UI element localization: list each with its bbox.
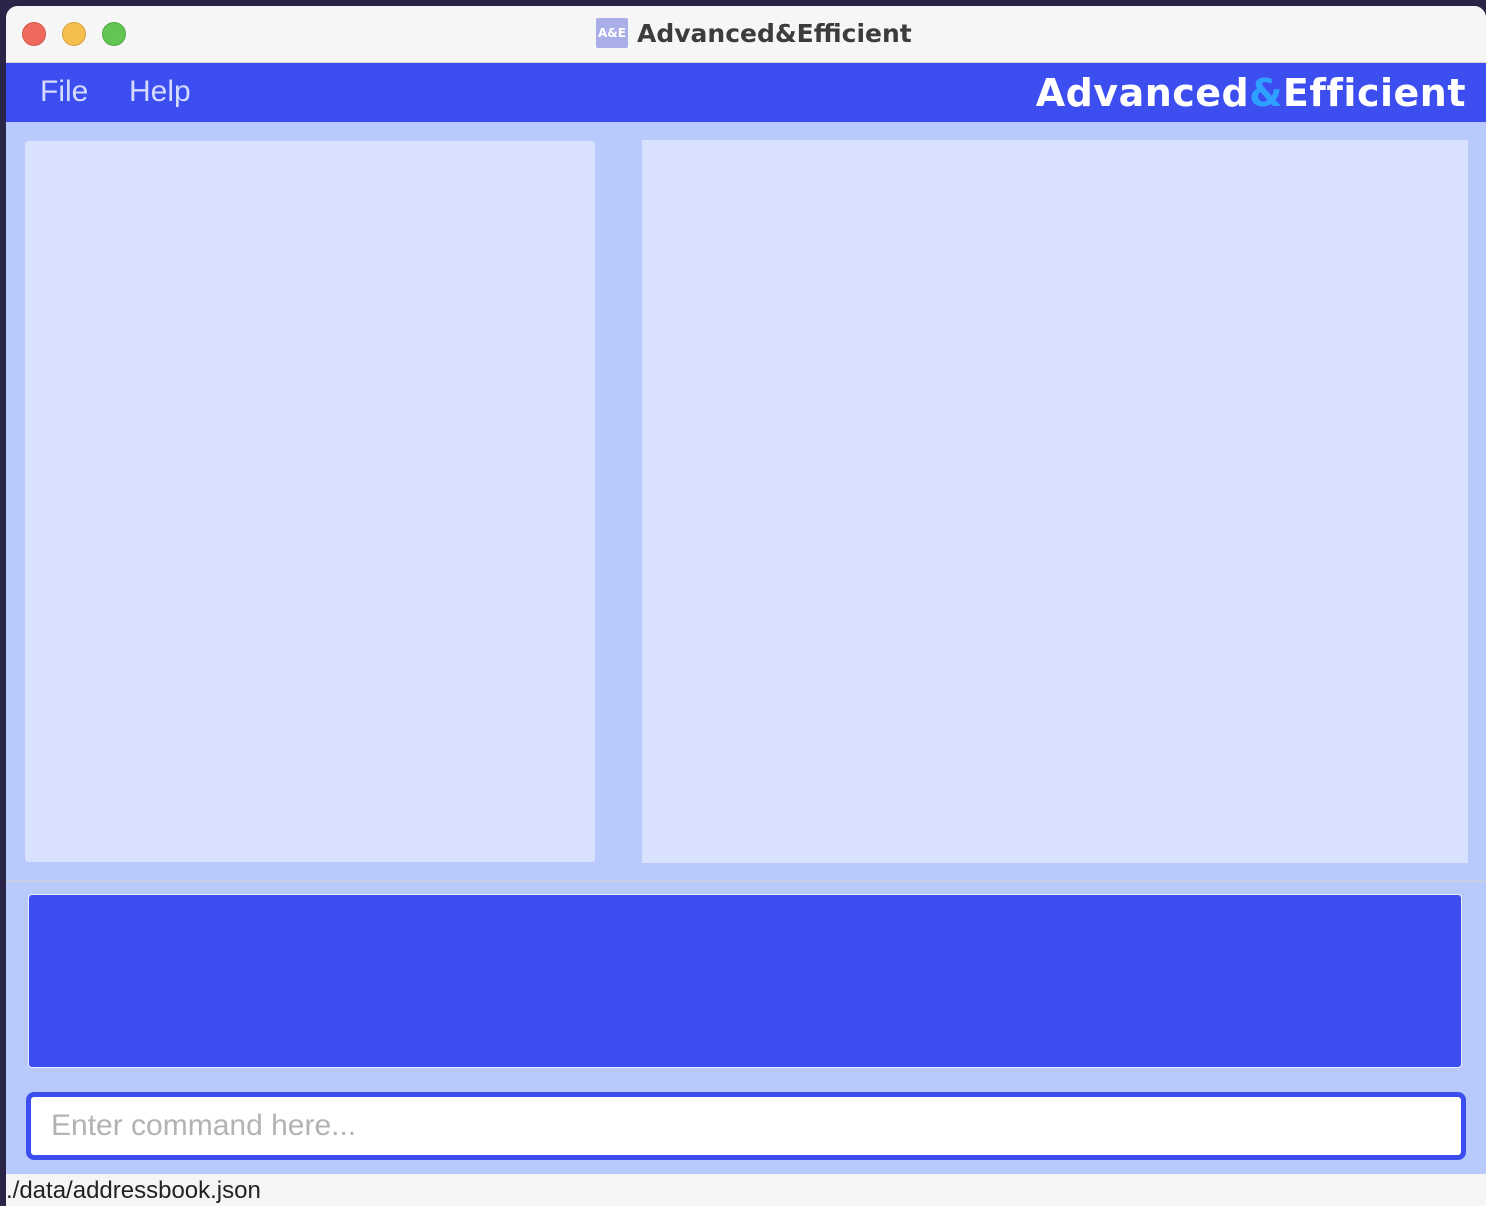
menu-bar: File Help Advanced&Efficient xyxy=(6,63,1486,122)
brand-text-part1: Advanced xyxy=(1035,71,1250,115)
status-bar: ./data/addressbook.json xyxy=(6,1174,1486,1206)
window-title-group: A&E Advanced&Efficient xyxy=(596,16,912,50)
save-location-path: ./data/addressbook.json xyxy=(6,1177,261,1204)
close-window-button[interactable] xyxy=(22,22,46,46)
app-window: A&E Advanced&Efficient File Help Advance… xyxy=(6,6,1486,1206)
app-logo-icon: A&E xyxy=(596,18,628,48)
split-divider[interactable] xyxy=(6,880,1486,882)
detail-panel[interactable] xyxy=(642,140,1468,863)
minimize-window-button[interactable] xyxy=(62,22,86,46)
brand-text-part2: Efficient xyxy=(1282,71,1466,115)
title-bar[interactable]: A&E Advanced&Efficient xyxy=(6,6,1486,63)
window-title: Advanced&Efficient xyxy=(637,18,912,48)
brand-ampersand: & xyxy=(1249,71,1283,115)
brand-logo: Advanced&Efficient xyxy=(1036,71,1466,115)
person-list-panel[interactable] xyxy=(25,141,595,862)
zoom-window-button[interactable] xyxy=(102,22,126,46)
main-content xyxy=(6,122,1486,1174)
result-display[interactable] xyxy=(28,894,1462,1068)
menu-file[interactable]: File xyxy=(40,75,88,109)
menu-help[interactable]: Help xyxy=(129,75,191,109)
command-input[interactable] xyxy=(26,1092,1466,1160)
